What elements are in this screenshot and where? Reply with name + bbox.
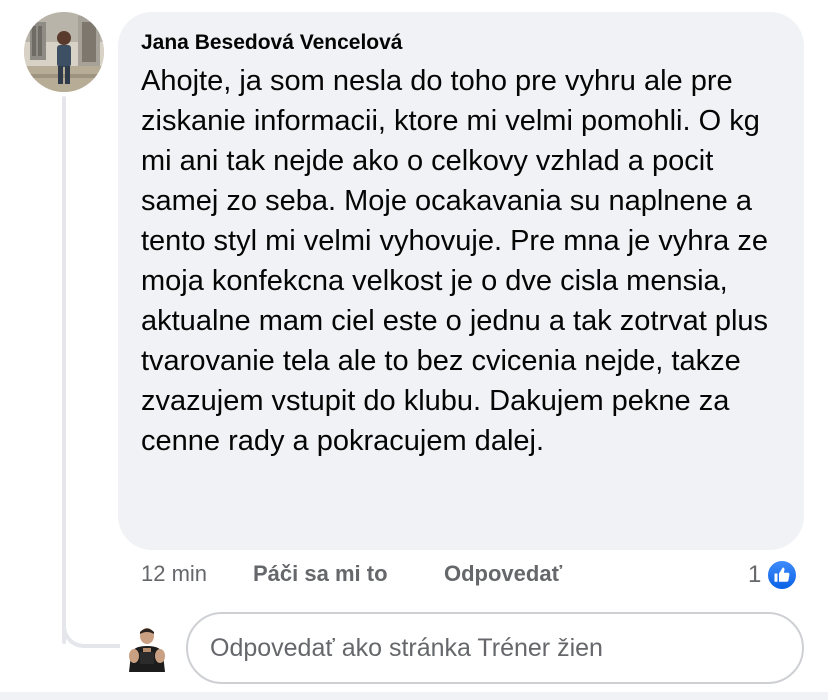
- commenter-avatar[interactable]: [24, 12, 104, 92]
- reply-button[interactable]: Odpovedať: [444, 561, 562, 587]
- thread-connector: [62, 614, 120, 648]
- like-thumb-icon: [766, 559, 799, 591]
- reaction-count: 1: [748, 561, 762, 588]
- thread-line: [62, 96, 66, 644]
- like-button[interactable]: Páči sa mi to: [253, 561, 388, 587]
- trainer-photo: [125, 622, 169, 672]
- comment-text: Ahojte, ja som nesla do toho pre vyhru a…: [141, 65, 769, 457]
- comment-timestamp[interactable]: 12 min: [141, 561, 207, 587]
- comment-author[interactable]: Jana Besedová Vencelová: [141, 31, 403, 55]
- reaction-summary[interactable]: 1: [748, 558, 799, 592]
- commenter-photo: [24, 12, 104, 92]
- bottom-divider: [0, 692, 828, 700]
- page-avatar: [125, 622, 169, 672]
- reply-input[interactable]: [186, 612, 804, 684]
